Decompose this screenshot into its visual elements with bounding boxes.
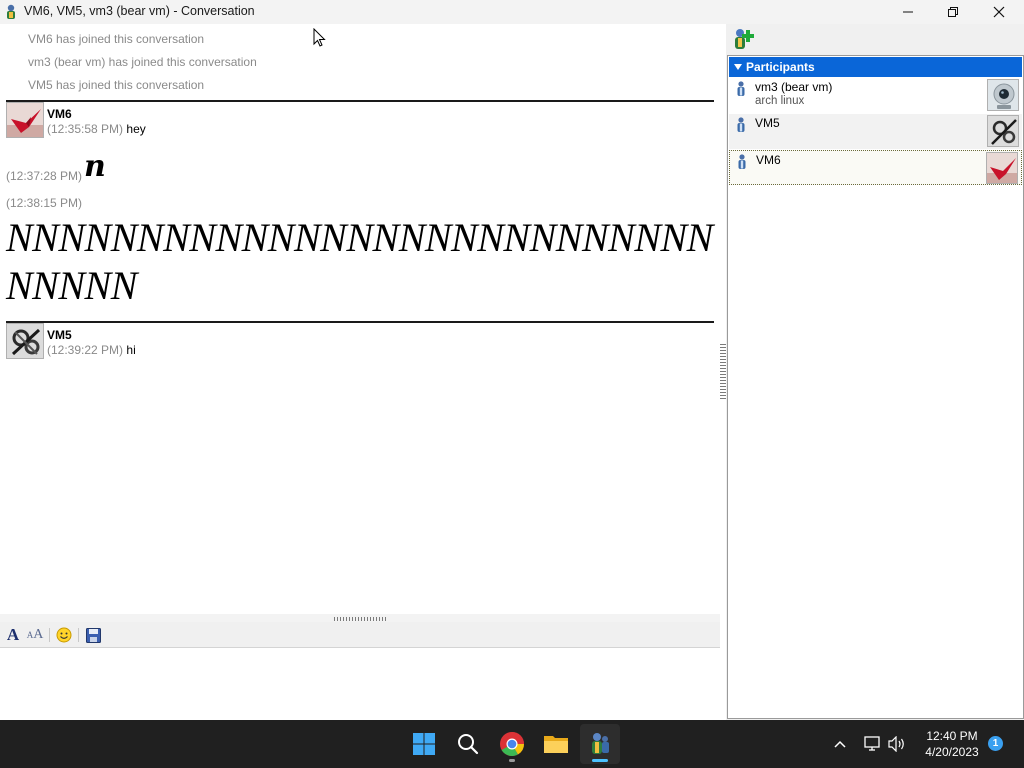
system-message: vm3 (bear vm) has joined this conversati… xyxy=(28,55,257,69)
participants-header[interactable]: Participants xyxy=(729,57,1022,77)
message-line: (12:39:22 PM) hi xyxy=(47,343,136,357)
message-text: NNNNNNNNNNNNNNNNNNNNNNNNNNNNNNNN xyxy=(6,215,713,308)
mouse-cursor-icon xyxy=(313,28,326,47)
splitter-grip[interactable] xyxy=(334,617,388,621)
gears-avatar xyxy=(6,323,44,359)
pidgin-icon[interactable] xyxy=(580,724,620,764)
minimize-icon xyxy=(903,11,913,13)
available-status-icon xyxy=(737,117,745,132)
chrome-icon[interactable] xyxy=(492,724,532,764)
participant-item-selected[interactable]: VM6 xyxy=(729,150,1022,185)
participant-item[interactable]: VM5 xyxy=(729,114,1022,149)
participant-name: VM6 xyxy=(756,153,781,167)
conversation-history[interactable]: VM6 has joined this conversation vm3 (be… xyxy=(0,24,720,614)
toolbar-separator xyxy=(49,628,50,642)
restore-icon xyxy=(948,7,958,17)
smiley-icon[interactable] xyxy=(54,626,74,644)
close-icon xyxy=(993,6,1005,18)
taskbar-clock[interactable]: 12:40 PM 4/20/2023 xyxy=(912,728,992,760)
font-size-icon[interactable]: AA xyxy=(25,626,45,644)
available-status-icon xyxy=(737,81,745,96)
toolbar-separator xyxy=(78,628,79,642)
webcam-avatar xyxy=(987,79,1019,111)
system-message: VM5 has joined this conversation xyxy=(28,78,205,92)
collapse-triangle-icon xyxy=(734,64,742,70)
taskbar: 12:40 PM 4/20/2023 xyxy=(0,720,1024,768)
message-divider xyxy=(6,100,714,102)
network-icon[interactable] xyxy=(862,720,884,768)
clock-time: 12:40 PM xyxy=(926,729,978,743)
message-text: n xyxy=(84,149,106,184)
message-line: (12:35:58 PM) hey xyxy=(47,122,146,136)
chevron-up-icon[interactable] xyxy=(830,720,850,768)
participant-item[interactable]: vm3 (bear vm) arch linux xyxy=(729,78,1022,113)
save-icon[interactable] xyxy=(83,626,103,644)
active-indicator xyxy=(592,759,608,762)
title-bar: VM6, VM5, vm3 (bear vm) - Conversation xyxy=(0,0,1024,24)
participants-header-label: Participants xyxy=(746,60,815,74)
message-timestamp: (12:38:15 PM) xyxy=(6,196,83,210)
notification-badge[interactable]: 1 xyxy=(988,736,1003,751)
font-icon[interactable]: A xyxy=(3,626,23,644)
message-divider xyxy=(6,321,714,323)
pidgin-icon xyxy=(7,4,15,19)
message-sender: VM5 xyxy=(47,328,72,342)
clock-date: 4/20/2023 xyxy=(925,745,979,759)
add-contact-icon[interactable] xyxy=(730,26,756,52)
search-icon[interactable] xyxy=(448,724,488,764)
minimize-button[interactable] xyxy=(885,0,931,24)
message-timestamp: (12:39:22 PM) xyxy=(47,343,124,357)
origami-crane-avatar xyxy=(6,102,44,138)
participant-name: vm3 (bear vm) xyxy=(755,80,833,94)
gears-avatar xyxy=(987,115,1019,147)
window-title: VM6, VM5, vm3 (bear vm) - Conversation xyxy=(24,4,255,18)
volume-icon[interactable] xyxy=(886,720,908,768)
message-input[interactable] xyxy=(0,649,720,719)
file-explorer-icon[interactable] xyxy=(536,724,576,764)
message-timestamp: (12:37:28 PM) xyxy=(6,169,83,183)
participants-pane: Participants vm3 (bear vm) arch linux VM… xyxy=(726,24,1024,720)
message-text: hi xyxy=(126,343,136,357)
message-sender: VM6 xyxy=(47,107,72,121)
participant-name: VM5 xyxy=(755,116,780,130)
format-toolbar: A AA xyxy=(0,622,720,648)
participants-list[interactable]: Participants vm3 (bear vm) arch linux VM… xyxy=(727,55,1024,719)
participant-status-message: arch linux xyxy=(755,95,805,107)
running-indicator xyxy=(509,759,515,762)
windows-start-icon[interactable] xyxy=(404,724,444,764)
available-status-icon xyxy=(738,154,746,169)
message-text: hey xyxy=(126,122,146,136)
message-timestamp: (12:35:58 PM) xyxy=(47,122,124,136)
restore-button[interactable] xyxy=(930,0,976,24)
close-button[interactable] xyxy=(976,0,1022,24)
system-message: VM6 has joined this conversation xyxy=(28,32,205,46)
origami-crane-avatar xyxy=(986,152,1018,184)
